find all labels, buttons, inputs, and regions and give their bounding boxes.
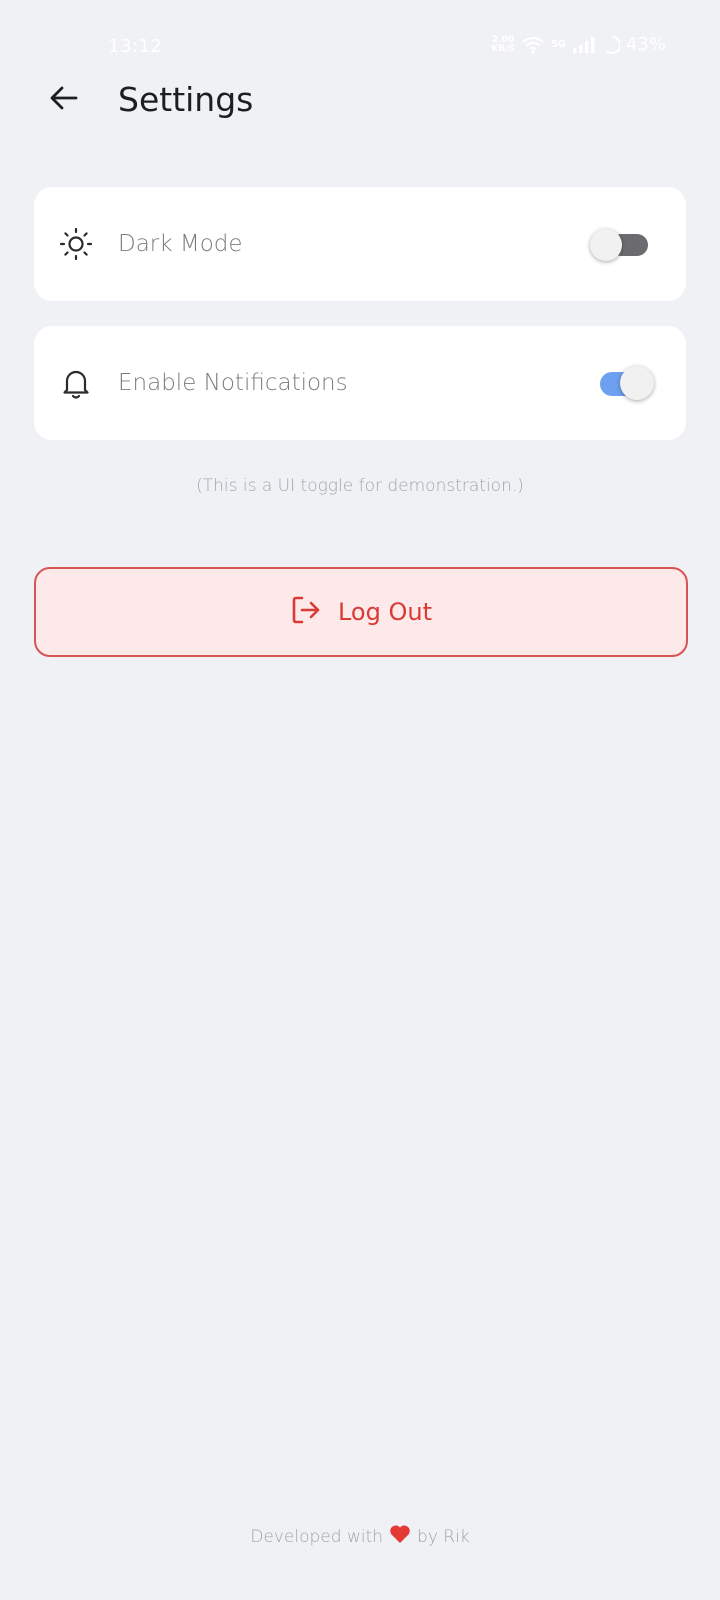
bell-icon	[58, 365, 94, 401]
battery-icon	[604, 35, 620, 55]
dark-mode-setting: Dark Mode	[34, 187, 686, 301]
notifications-toggle[interactable]	[600, 363, 662, 403]
signal-icon	[572, 36, 598, 54]
battery-percentage: 43%	[625, 34, 666, 55]
status-time: 13:12	[108, 36, 163, 57]
dark-mode-toggle[interactable]	[590, 229, 650, 261]
logout-label: Log Out	[337, 598, 432, 626]
network-speed: 2.00 KB/S	[491, 35, 515, 54]
status-bar: 13:12 2.00 KB/S 5G 43%	[0, 0, 720, 70]
notifications-toggle-thumb	[620, 366, 654, 400]
dark-mode-toggle-thumb	[590, 229, 622, 261]
toggle-hint: (This is a UI toggle for demonstration.)	[196, 476, 524, 496]
notifications-label: Enable Notifications	[118, 370, 348, 396]
logout-button[interactable]: Log Out	[34, 567, 688, 657]
notifications-setting: Enable Notifications	[34, 326, 686, 440]
sun-icon	[58, 226, 94, 262]
page-title: Settings	[118, 80, 254, 119]
logout-icon	[290, 594, 322, 630]
app-bar: Settings	[0, 72, 720, 128]
wifi-icon	[521, 35, 545, 55]
footer: Developed with by Rik	[0, 1524, 720, 1549]
back-button[interactable]	[44, 80, 84, 120]
dark-mode-label: Dark Mode	[118, 231, 243, 257]
arrow-left-icon	[48, 82, 80, 118]
heart-icon	[389, 1524, 411, 1549]
network-type: 5G	[550, 39, 566, 50]
network-speed-unit: KB/S	[491, 43, 515, 54]
footer-suffix: by Rik	[417, 1526, 470, 1547]
footer-prefix: Developed with	[250, 1526, 384, 1547]
status-icons: 2.00 KB/S 5G 43%	[491, 34, 666, 55]
